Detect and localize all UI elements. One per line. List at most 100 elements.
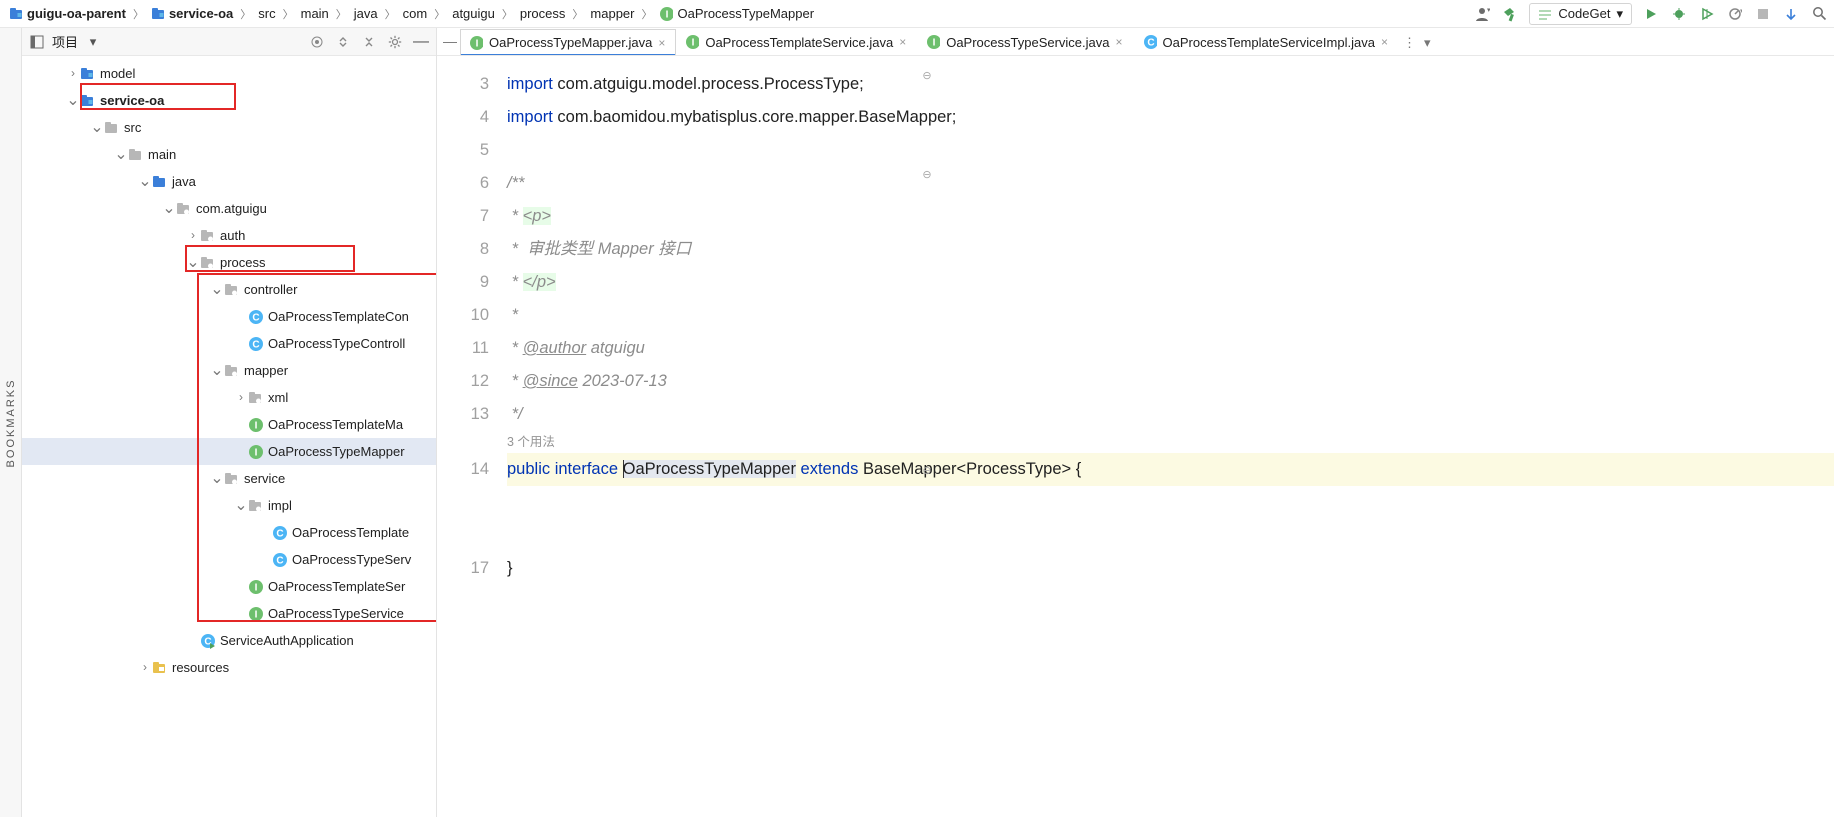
line-number[interactable]: 3 — [437, 68, 489, 101]
line-number[interactable]: 12 — [437, 365, 489, 398]
chevron-right-icon[interactable]: › — [138, 654, 152, 681]
hammer-build-icon[interactable] — [1501, 5, 1519, 23]
user-icon[interactable]: ▾ — [1473, 5, 1491, 23]
line-number[interactable]: 5 — [437, 134, 489, 167]
tree-item[interactable]: ⌄service-oa — [22, 87, 436, 114]
breadcrumb-item[interactable]: process — [517, 5, 569, 22]
editor-gutter[interactable]: 345678910111213 14 17 — [437, 56, 507, 817]
tree-item[interactable]: IOaProcessTemplateMa — [22, 411, 436, 438]
editor-tab[interactable]: IOaProcessTypeMapper.java× — [460, 29, 676, 55]
expand-all-icon[interactable] — [334, 33, 352, 51]
chevron-down-icon[interactable]: ⌄ — [186, 249, 200, 276]
project-view-icon[interactable] — [28, 33, 46, 51]
tree-item[interactable]: IOaProcessTemplateSer — [22, 573, 436, 600]
breadcrumb-item[interactable]: atguigu — [449, 5, 498, 22]
fold-toggle-icon[interactable]: ⊖ — [920, 167, 934, 181]
fold-toggle-icon[interactable]: ⊖ — [920, 68, 934, 82]
line-number[interactable] — [437, 431, 489, 453]
editor-tab[interactable]: IOaProcessTemplateService.java× — [676, 29, 917, 55]
tree-item[interactable]: CServiceAuthApplication — [22, 627, 436, 654]
code-area[interactable]: import com.atguigu.model.process.Process… — [507, 56, 1834, 817]
tree-item[interactable]: ›auth — [22, 222, 436, 249]
tree-item[interactable]: IOaProcessTypeMapper — [22, 438, 436, 465]
line-number[interactable] — [437, 486, 489, 508]
tree-item[interactable]: ⌄process — [22, 249, 436, 276]
close-tab-icon[interactable]: × — [658, 36, 665, 50]
chevron-right-icon[interactable]: › — [234, 384, 248, 411]
chevron-down-icon[interactable]: ⌄ — [210, 357, 224, 384]
hide-tabs-icon[interactable]: — — [440, 28, 460, 55]
tree-item[interactable]: COaProcessTemplateCon — [22, 303, 436, 330]
run-config-combo[interactable]: CodeGet ▾ — [1529, 3, 1632, 25]
profiler-icon[interactable]: ▾ — [1726, 5, 1744, 23]
tree-item[interactable]: ›xml — [22, 384, 436, 411]
breadcrumb-item[interactable]: com — [400, 5, 431, 22]
chevron-down-icon[interactable]: ⌄ — [90, 114, 104, 141]
tree-item[interactable]: ⌄controller — [22, 276, 436, 303]
stop-icon[interactable] — [1754, 5, 1772, 23]
tree-item[interactable]: COaProcessTypeServ — [22, 546, 436, 573]
chevron-right-icon[interactable]: › — [186, 222, 200, 249]
tree-item[interactable]: IOaProcessTypeService — [22, 600, 436, 627]
breadcrumb-item[interactable]: src — [255, 5, 278, 22]
breadcrumb-item[interactable]: main — [298, 5, 332, 22]
tree-item[interactable]: COaProcessTemplate — [22, 519, 436, 546]
chevron-down-icon[interactable]: ⌄ — [138, 168, 152, 195]
breadcrumb-item[interactable]: IOaProcessTypeMapper — [656, 5, 817, 22]
chevron-down-icon[interactable]: ▾ — [84, 33, 102, 51]
tree-item[interactable]: ⌄main — [22, 141, 436, 168]
line-number[interactable] — [437, 508, 489, 530]
line-number[interactable]: 8 — [437, 233, 489, 266]
tree-item[interactable]: ⌄src — [22, 114, 436, 141]
close-tab-icon[interactable]: × — [1381, 35, 1388, 49]
close-tab-icon[interactable]: × — [899, 35, 906, 49]
vcs-update-icon[interactable] — [1782, 5, 1800, 23]
chevron-down-icon[interactable]: ⌄ — [234, 492, 248, 519]
breadcrumb-item[interactable]: guigu-oa-parent — [6, 5, 129, 22]
breadcrumb-item[interactable]: java — [351, 5, 381, 22]
run-icon[interactable] — [1642, 5, 1660, 23]
tree-item[interactable]: ›model — [22, 60, 436, 87]
tabs-more-icon[interactable]: ⋮ — [1399, 31, 1420, 55]
chevron-down-icon[interactable]: ⌄ — [210, 276, 224, 303]
line-number[interactable]: 4 — [437, 101, 489, 134]
line-number[interactable]: 17 — [437, 552, 489, 585]
line-number[interactable]: 9 — [437, 266, 489, 299]
tree-item[interactable]: ⌄impl — [22, 492, 436, 519]
hide-panel-icon[interactable]: — — [412, 33, 430, 51]
line-number[interactable] — [437, 530, 489, 552]
chevron-down-icon[interactable]: ⌄ — [162, 195, 176, 222]
line-number[interactable]: 10 — [437, 299, 489, 332]
line-number[interactable]: 6 — [437, 167, 489, 200]
editor-tab[interactable]: COaProcessTemplateServiceImpl.java× — [1134, 29, 1399, 55]
collapse-all-icon[interactable] — [360, 33, 378, 51]
chevron-right-icon[interactable]: › — [66, 60, 80, 87]
chevron-down-icon[interactable]: ⌄ — [210, 465, 224, 492]
tree-item[interactable]: ⌄com.atguigu — [22, 195, 436, 222]
breadcrumb-item[interactable]: mapper — [587, 5, 637, 22]
tree-item[interactable]: ⌄java — [22, 168, 436, 195]
line-number[interactable]: 14 — [437, 453, 489, 486]
tree-item[interactable]: COaProcessTypeControll — [22, 330, 436, 357]
search-icon[interactable] — [1810, 5, 1828, 23]
tree-item[interactable]: ⌄service — [22, 465, 436, 492]
close-tab-icon[interactable]: × — [1116, 35, 1123, 49]
editor-tab[interactable]: IOaProcessTypeService.java× — [917, 29, 1133, 55]
line-number[interactable]: 7 — [437, 200, 489, 233]
usage-hint[interactable]: 3 个用法 — [507, 431, 1834, 453]
project-tree[interactable]: ›model⌄service-oa⌄src⌄main⌄java⌄com.atgu… — [22, 56, 436, 817]
breadcrumb-item[interactable]: service-oa — [148, 5, 236, 22]
debug-icon[interactable] — [1670, 5, 1688, 23]
line-number[interactable]: 13 — [437, 398, 489, 431]
left-tool-strip[interactable]: BOOKMARKS — [0, 28, 22, 817]
gear-icon[interactable] — [386, 33, 404, 51]
tabs-dropdown-icon[interactable]: ▾ — [1420, 31, 1435, 55]
select-opened-file-icon[interactable] — [308, 33, 326, 51]
coverage-icon[interactable] — [1698, 5, 1716, 23]
fold-toggle-icon[interactable]: ⊖ — [920, 463, 934, 477]
tree-item[interactable]: ›resources — [22, 654, 436, 681]
line-number[interactable]: 11 — [437, 332, 489, 365]
chevron-down-icon[interactable]: ⌄ — [66, 87, 80, 114]
tree-item[interactable]: ⌄mapper — [22, 357, 436, 384]
chevron-down-icon[interactable]: ⌄ — [114, 141, 128, 168]
